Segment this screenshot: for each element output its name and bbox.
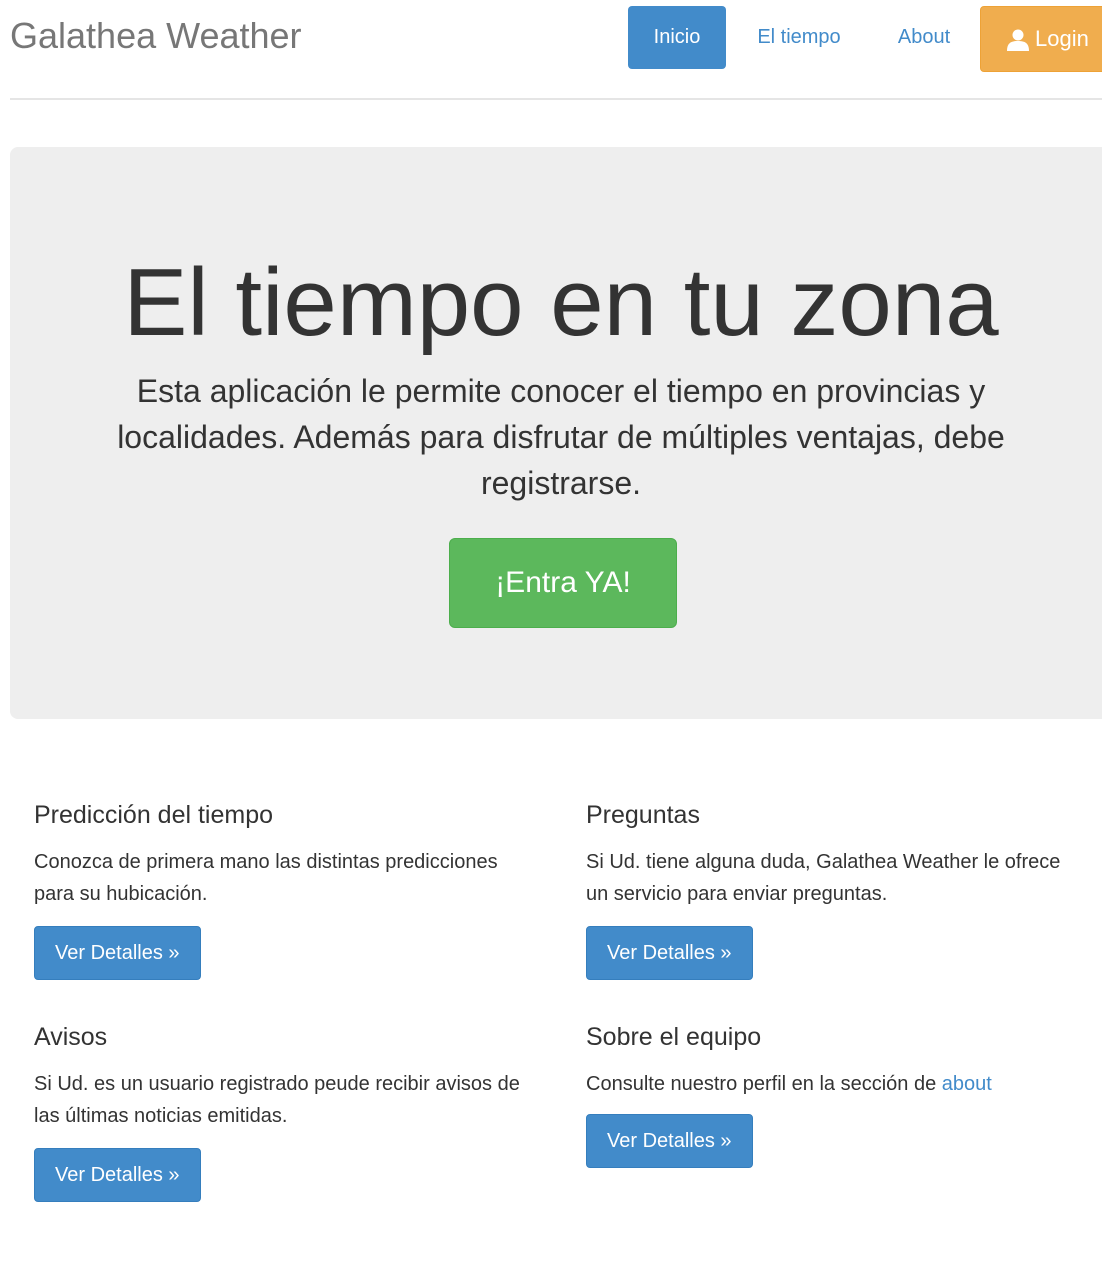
feature-title: Sobre el equipo (586, 1023, 762, 1051)
about-link[interactable]: about (942, 1073, 992, 1095)
feature-title: Avisos (34, 1023, 108, 1051)
feature-text: Consulte nuestro perfil en la sección de… (586, 1068, 1086, 1100)
nav-inicio[interactable]: Inicio (628, 6, 726, 69)
feature-prediccion: Predicción del tiempo Conozca de primera… (34, 800, 534, 980)
feature-avisos: Avisos Si Ud. es un usuario registrado p… (34, 1022, 534, 1202)
hero-title: El tiempo en tu zona (123, 249, 999, 356)
ver-detalles-button[interactable]: Ver Detalles » (586, 1114, 753, 1168)
brand-title[interactable]: Galathea Weather (10, 14, 302, 58)
user-icon (1007, 29, 1029, 51)
login-button[interactable]: Login (980, 6, 1102, 72)
feature-equipo: Sobre el equipo Consulte nuestro perfil … (586, 1022, 1086, 1168)
feature-title: Preguntas (586, 801, 700, 829)
ver-detalles-button[interactable]: Ver Detalles » (34, 1148, 201, 1202)
feature-title: Predicción del tiempo (34, 801, 274, 829)
feature-text: Conozca de primera mano las distintas pr… (34, 851, 498, 905)
feature-text-body: Consulte nuestro perfil en la sección de (586, 1073, 942, 1095)
hero-lead: Esta aplicación le permite conocer el ti… (117, 373, 1005, 501)
nav-el-tiempo[interactable]: El tiempo (740, 6, 858, 69)
feature-text: Si Ud. es un usuario registrado peude re… (34, 1073, 520, 1127)
nav-about[interactable]: About (880, 6, 968, 69)
feature-preguntas: Preguntas Si Ud. tiene alguna duda, Gala… (586, 800, 1086, 980)
ver-detalles-button[interactable]: Ver Detalles » (586, 926, 753, 980)
ver-detalles-button[interactable]: Ver Detalles » (34, 926, 201, 980)
page: Galathea Weather Inicio El tiempo About … (0, 0, 1102, 1271)
header-divider (10, 98, 1102, 100)
header: Galathea Weather Inicio El tiempo About … (0, 0, 1102, 100)
login-label: Login (1035, 26, 1089, 51)
entra-ya-button[interactable]: ¡Entra YA! (449, 538, 677, 628)
feature-text: Si Ud. tiene alguna duda, Galathea Weath… (586, 851, 1061, 905)
